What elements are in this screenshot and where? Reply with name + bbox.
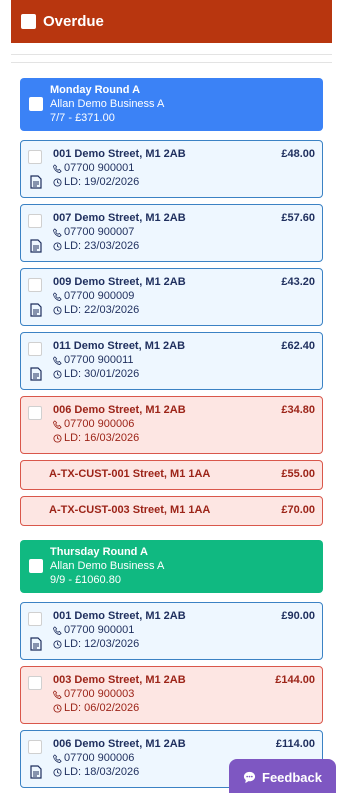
- job-card-overdue[interactable]: A-TX-CUST-003 Street, M1 1AA £70.00: [20, 496, 323, 526]
- clock-icon: [53, 639, 62, 649]
- job-card-overdue[interactable]: 006 Demo Street, M1 2AB £34.80 07700 900…: [20, 396, 323, 454]
- round-business: Allan Demo Business A: [50, 560, 165, 572]
- document-icon[interactable]: [30, 367, 42, 381]
- divider: [11, 54, 332, 55]
- job-phone[interactable]: 07700 900001: [64, 161, 134, 175]
- job-price: £70.00: [281, 504, 315, 516]
- document-icon[interactable]: [30, 175, 42, 189]
- phone-icon: [53, 419, 62, 429]
- phone-icon: [53, 625, 62, 635]
- chat-bubble-icon: [243, 771, 256, 783]
- job-address: 009 Demo Street, M1 2AB: [53, 276, 186, 288]
- job-address: A-TX-CUST-001 Street, M1 1AA: [49, 468, 211, 480]
- phone-icon: [53, 753, 62, 763]
- job-checkbox[interactable]: [28, 214, 42, 228]
- phone-icon: [53, 291, 62, 301]
- round-checkbox[interactable]: [29, 97, 43, 111]
- job-last-done: LD: 23/03/2026: [64, 240, 140, 252]
- job-price: £34.80: [281, 404, 315, 416]
- job-phone[interactable]: 07700 900011: [64, 353, 134, 367]
- job-address: A-TX-CUST-003 Street, M1 1AA: [49, 504, 211, 516]
- job-checkbox[interactable]: [28, 278, 42, 292]
- job-price: £114.00: [275, 738, 315, 750]
- rounds-list: Monday Round A Allan Demo Business A 7/7…: [20, 78, 323, 793]
- clock-icon: [53, 177, 62, 187]
- job-card[interactable]: 007 Demo Street, M1 2AB £57.60 07700 900…: [20, 204, 323, 262]
- job-card[interactable]: 011 Demo Street, M1 2AB £62.40 07700 900…: [20, 332, 323, 390]
- feedback-button[interactable]: Feedback: [229, 759, 336, 793]
- job-phone[interactable]: 07700 900001: [64, 623, 134, 637]
- divider: [11, 62, 332, 63]
- phone-icon: [53, 227, 62, 237]
- job-phone[interactable]: 07700 900003: [64, 687, 134, 701]
- job-address: 006 Demo Street, M1 2AB: [53, 738, 186, 750]
- clock-icon: [53, 305, 62, 315]
- header-title: Overdue: [43, 13, 104, 30]
- job-checkbox[interactable]: [28, 342, 42, 356]
- document-icon[interactable]: [30, 239, 42, 253]
- job-checkbox[interactable]: [28, 406, 42, 420]
- job-price: £48.00: [281, 148, 315, 160]
- document-icon[interactable]: [30, 637, 42, 651]
- job-address: 007 Demo Street, M1 2AB: [53, 212, 186, 224]
- clock-icon: [53, 241, 62, 251]
- job-last-done: LD: 16/03/2026: [64, 432, 140, 444]
- document-icon[interactable]: [30, 765, 42, 779]
- phone-icon: [53, 163, 62, 173]
- job-last-done: LD: 22/03/2026: [64, 304, 140, 316]
- job-card[interactable]: 009 Demo Street, M1 2AB £43.20 07700 900…: [20, 268, 323, 326]
- job-phone[interactable]: 07700 900009: [64, 289, 134, 303]
- job-checkbox[interactable]: [28, 740, 42, 754]
- job-last-done: LD: 12/03/2026: [64, 638, 140, 650]
- round-name: Thursday Round A: [50, 546, 148, 558]
- round-business: Allan Demo Business A: [50, 98, 165, 110]
- job-address: 011 Demo Street, M1 2AB: [53, 340, 186, 352]
- job-checkbox[interactable]: [28, 612, 42, 626]
- job-card[interactable]: 001 Demo Street, M1 2AB £48.00 07700 900…: [20, 140, 323, 198]
- job-address: 001 Demo Street, M1 2AB: [53, 148, 186, 160]
- phone-icon: [53, 355, 62, 365]
- job-card-overdue[interactable]: A-TX-CUST-001 Street, M1 1AA £55.00: [20, 460, 323, 490]
- clock-icon: [53, 433, 62, 443]
- job-address: 006 Demo Street, M1 2AB: [53, 404, 186, 416]
- job-phone[interactable]: 07700 900006: [64, 417, 134, 431]
- job-checkbox[interactable]: [28, 676, 42, 690]
- job-card-overdue[interactable]: 003 Demo Street, M1 2AB £144.00 07700 90…: [20, 666, 323, 724]
- job-address: 001 Demo Street, M1 2AB: [53, 610, 186, 622]
- job-price: £144.00: [275, 674, 315, 686]
- job-price: £62.40: [281, 340, 315, 352]
- job-checkbox[interactable]: [28, 150, 42, 164]
- round-header-thursday[interactable]: Thursday Round A Allan Demo Business A 9…: [20, 540, 323, 593]
- round-summary: 7/7 - £371.00: [50, 112, 115, 124]
- job-price: £57.60: [281, 212, 315, 224]
- phone-icon: [53, 689, 62, 699]
- feedback-label: Feedback: [262, 769, 322, 785]
- clock-icon: [53, 767, 62, 777]
- job-price: £90.00: [281, 610, 315, 622]
- round-checkbox[interactable]: [29, 559, 43, 573]
- round-header-monday[interactable]: Monday Round A Allan Demo Business A 7/7…: [20, 78, 323, 131]
- job-last-done: LD: 19/02/2026: [64, 176, 140, 188]
- job-last-done: LD: 30/01/2026: [64, 368, 140, 380]
- job-price: £43.20: [281, 276, 315, 288]
- job-last-done: LD: 18/03/2026: [64, 766, 140, 778]
- clock-icon: [53, 703, 62, 713]
- round-name: Monday Round A: [50, 84, 141, 96]
- document-icon[interactable]: [30, 303, 42, 317]
- round-summary: 9/9 - £1060.80: [50, 574, 121, 586]
- select-all-checkbox[interactable]: [21, 14, 36, 29]
- job-card[interactable]: 001 Demo Street, M1 2AB £90.00 07700 900…: [20, 602, 323, 660]
- job-phone[interactable]: 07700 900007: [64, 225, 134, 239]
- job-phone[interactable]: 07700 900006: [64, 751, 134, 765]
- overdue-header: Overdue: [11, 0, 332, 43]
- job-last-done: LD: 06/02/2026: [64, 702, 140, 714]
- clock-icon: [53, 369, 62, 379]
- job-price: £55.00: [281, 468, 315, 480]
